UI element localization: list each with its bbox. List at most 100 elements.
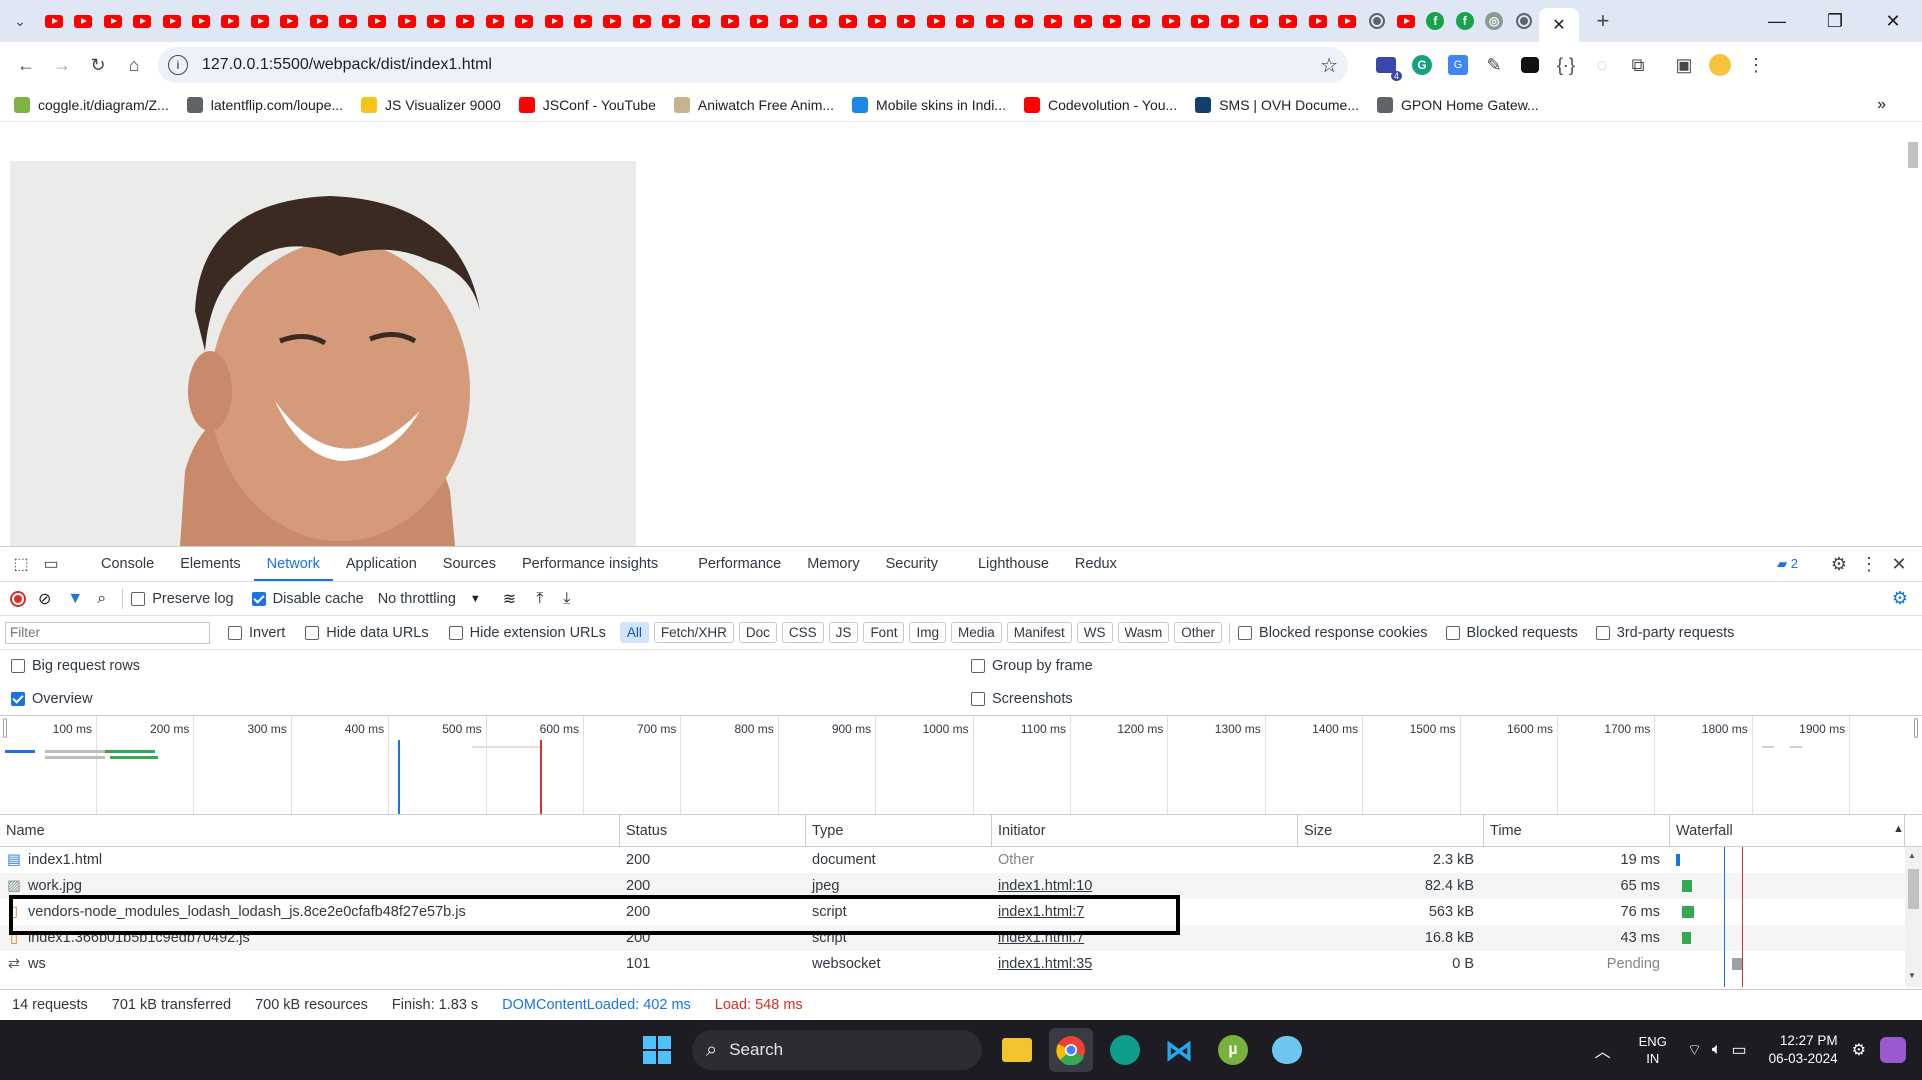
- type-filter-fetch-xhr[interactable]: Fetch/XHR: [653, 622, 734, 643]
- devtools-tab-lighthouse[interactable]: Lighthouse: [965, 547, 1062, 581]
- tab-youtube[interactable]: [44, 11, 64, 31]
- tab-youtube[interactable]: [544, 11, 564, 31]
- inspect-element-icon[interactable]: ⬚: [6, 546, 36, 582]
- tab-youtube[interactable]: [573, 11, 593, 31]
- type-filter-js[interactable]: JS: [828, 622, 859, 643]
- devtools-tab-performance[interactable]: Performance: [685, 547, 794, 581]
- tab-youtube[interactable]: [279, 11, 299, 31]
- notification-icon[interactable]: ⚙: [1852, 1040, 1866, 1060]
- throttling-select[interactable]: No throttling: [378, 591, 456, 607]
- forward-button[interactable]: →: [44, 47, 80, 83]
- tab-youtube[interactable]: [985, 11, 1005, 31]
- third-party-checkbox[interactable]: [1595, 625, 1610, 640]
- column-header-size[interactable]: Size: [1298, 815, 1484, 847]
- devtools-tab-network[interactable]: Network: [253, 547, 333, 581]
- devtools-tab-application[interactable]: Application: [333, 547, 430, 581]
- tab-search-chevron-icon[interactable]: ⌄: [0, 3, 40, 39]
- tab-youtube[interactable]: [691, 11, 711, 31]
- type-filter-ws[interactable]: WS: [1076, 622, 1113, 643]
- clear-icon[interactable]: ⊘: [38, 589, 51, 609]
- table-row[interactable]: ⇄ ws 101 websocket index1.html:35 0 B Pending: [0, 951, 1905, 977]
- tab-youtube[interactable]: [1043, 11, 1063, 31]
- chrome-app[interactable]: [1049, 1028, 1093, 1072]
- type-filter-all[interactable]: All: [619, 622, 649, 643]
- restore-button[interactable]: ❐: [1806, 0, 1864, 42]
- table-scrollbar[interactable]: ▲ ▼: [1905, 847, 1922, 987]
- taskbar-search[interactable]: ⌕ Search: [692, 1030, 982, 1070]
- translate-extension[interactable]: G: [1440, 47, 1476, 83]
- close-devtools-icon[interactable]: ✕: [1884, 546, 1914, 582]
- devtools-tab-memory[interactable]: Memory: [794, 547, 872, 581]
- tab-youtube[interactable]: [220, 11, 240, 31]
- close-window-button[interactable]: ✕: [1864, 0, 1922, 42]
- preserve-log-checkbox[interactable]: [131, 591, 146, 606]
- tab-youtube[interactable]: [455, 11, 475, 31]
- close-icon[interactable]: ✕: [1552, 15, 1565, 35]
- tab-youtube[interactable]: [162, 11, 182, 31]
- url-text[interactable]: 127.0.0.1:5500/webpack/dist/index1.html: [202, 56, 492, 74]
- tab-youtube[interactable]: [1102, 11, 1122, 31]
- chevron-down-icon[interactable]: ▼: [470, 593, 481, 605]
- request-name[interactable]: work.jpg: [28, 878, 82, 894]
- tab-youtube[interactable]: [309, 11, 329, 31]
- record-stop-icon[interactable]: [10, 590, 26, 607]
- cell-initiator[interactable]: index1.html:35: [992, 951, 1298, 977]
- tab-chatgpt[interactable]: ◎: [1484, 11, 1504, 31]
- type-filter-manifest[interactable]: Manifest: [1006, 622, 1072, 643]
- type-filter-wasm[interactable]: Wasm: [1117, 622, 1170, 643]
- request-name[interactable]: index1.html: [28, 852, 102, 868]
- tab-youtube[interactable]: [132, 11, 152, 31]
- group-by-frame-checkbox[interactable]: [971, 659, 985, 673]
- address-bar[interactable]: i 127.0.0.1:5500/webpack/dist/index1.htm…: [158, 47, 1348, 83]
- network-overview[interactable]: 100 ms 200 ms 300 ms 400 ms 500 ms 600 ms 700 …: [0, 715, 1922, 815]
- type-filter-css[interactable]: CSS: [781, 622, 824, 643]
- page-scrollbar-thumb[interactable]: [1908, 142, 1918, 168]
- big-rows-checkbox[interactable]: [11, 659, 25, 673]
- tab-youtube[interactable]: [926, 11, 946, 31]
- tab-youtube[interactable]: [73, 11, 93, 31]
- side-panel-button[interactable]: ▣: [1666, 47, 1702, 83]
- bookmark-item[interactable]: GPON Home Gatew...: [1376, 96, 1539, 113]
- utorrent-app[interactable]: µ: [1211, 1028, 1255, 1072]
- tab-youtube[interactable]: [632, 11, 652, 31]
- column-header-initiator[interactable]: Initiator: [992, 815, 1298, 847]
- tab-youtube[interactable]: [1161, 11, 1181, 31]
- bookmark-item[interactable]: JSConf - YouTube: [518, 96, 656, 113]
- import-har-icon[interactable]: ⤒: [536, 590, 543, 608]
- bookmark-item[interactable]: Codevolution - You...: [1023, 96, 1177, 113]
- tab-youtube[interactable]: [1190, 11, 1210, 31]
- profile-button[interactable]: [1702, 47, 1738, 83]
- file-explorer-app[interactable]: [995, 1028, 1039, 1072]
- site-info-icon[interactable]: i: [168, 55, 188, 75]
- tab-youtube[interactable]: [779, 11, 799, 31]
- tab-youtube[interactable]: [602, 11, 622, 31]
- column-header-status[interactable]: Status: [620, 815, 806, 847]
- new-tab-button[interactable]: +: [1585, 3, 1621, 39]
- network-conditions-icon[interactable]: ≋: [503, 589, 516, 609]
- tab-youtube[interactable]: [485, 11, 505, 31]
- tab-youtube[interactable]: [1220, 11, 1240, 31]
- blocked-cookies-checkbox[interactable]: [1238, 625, 1253, 640]
- export-har-icon[interactable]: ⤓: [563, 590, 570, 608]
- active-tab[interactable]: ✕: [1538, 8, 1579, 42]
- tab-youtube[interactable]: [103, 11, 123, 31]
- bookmark-item[interactable]: latentflip.com/loupe...: [186, 96, 343, 113]
- bookmark-item[interactable]: coggle.it/diagram/Z...: [14, 96, 169, 113]
- paint-app[interactable]: [1265, 1028, 1309, 1072]
- bookmark-item[interactable]: Mobile skins in Indi...: [852, 96, 1006, 113]
- tab-youtube[interactable]: [426, 11, 446, 31]
- minimize-button[interactable]: —: [1748, 0, 1806, 42]
- tab-green-2[interactable]: f: [1455, 11, 1475, 31]
- tab-youtube[interactable]: [749, 11, 769, 31]
- search-icon[interactable]: ⌕: [97, 590, 106, 608]
- language-indicator[interactable]: ENG IN: [1639, 1033, 1667, 1067]
- devtools-tab-sources[interactable]: Sources: [430, 547, 509, 581]
- extensions-button[interactable]: ⧉: [1620, 47, 1656, 83]
- column-header-time[interactable]: Time: [1484, 815, 1670, 847]
- back-button[interactable]: ←: [8, 47, 44, 83]
- copilot-icon[interactable]: [1880, 1037, 1906, 1063]
- screenshots-checkbox[interactable]: [971, 692, 985, 706]
- bookmark-item[interactable]: SMS | OVH Docume...: [1195, 96, 1359, 113]
- devtools-menu-icon[interactable]: ⋮: [1854, 546, 1884, 582]
- home-button[interactable]: ⌂: [116, 47, 152, 83]
